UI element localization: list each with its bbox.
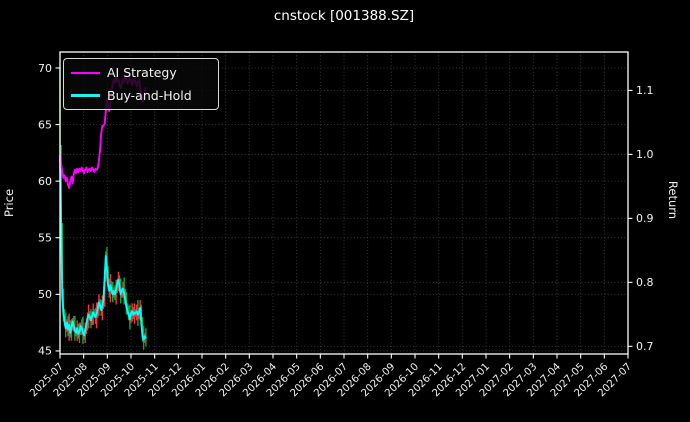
- price-hilo-bars: [59, 67, 147, 350]
- legend-row-buy-and-hold: Buy-and-Hold: [71, 88, 209, 104]
- left-tick-label: 45: [38, 345, 52, 358]
- left-axis-label: Price: [2, 188, 16, 218]
- right-tick-label: 0.8: [636, 276, 654, 289]
- legend-label-buy-and-hold: Buy-and-Hold: [107, 87, 192, 103]
- left-tick-label: 50: [38, 288, 52, 301]
- left-tick-label: 70: [38, 62, 52, 75]
- left-tick-label: 60: [38, 175, 52, 188]
- axis-tick-labels: 2025-072025-082025-092025-102025-112025-…: [28, 62, 653, 399]
- right-tick-label: 0.7: [636, 340, 654, 353]
- right-tick-label: 1.1: [636, 84, 654, 97]
- legend: AI Strategy Buy-and-Hold: [63, 58, 219, 111]
- figure: cnstock [001388.SZ] 2025-07 2025-08 2025-0…: [0, 0, 690, 422]
- left-tick-label: 55: [38, 232, 52, 245]
- right-tick-label: 1.0: [636, 148, 654, 161]
- right-tick-label: 0.9: [636, 212, 654, 225]
- ai-strategy-swatch-icon: [71, 71, 100, 75]
- buy-and-hold-swatch-icon: [71, 94, 100, 97]
- legend-label-ai-strategy: AI Strategy: [107, 65, 177, 80]
- right-axis-label: Return: [666, 180, 680, 220]
- legend-row-ai-strategy: AI Strategy: [71, 65, 209, 81]
- left-tick-label: 65: [38, 118, 52, 131]
